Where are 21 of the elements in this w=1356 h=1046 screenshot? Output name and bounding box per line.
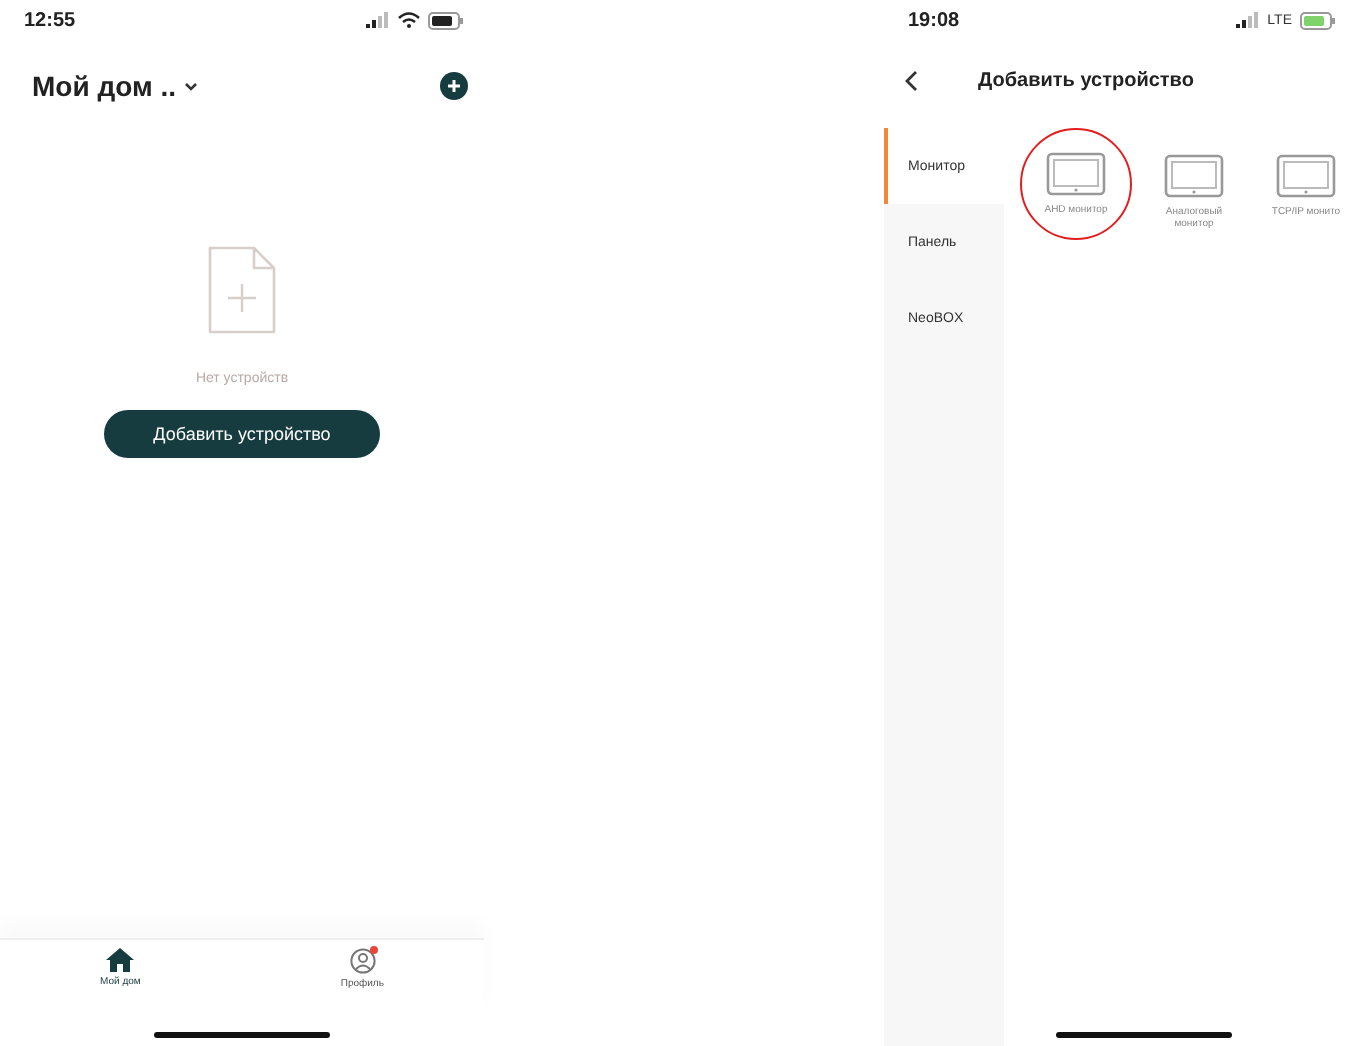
- monitor-icon: [1046, 152, 1106, 196]
- status-time: 12:55: [24, 9, 76, 31]
- empty-document-icon: [206, 244, 278, 336]
- profile-icon: [349, 948, 376, 974]
- signal-icon: [366, 12, 390, 28]
- battery-icon: [428, 11, 464, 29]
- add-button[interactable]: [440, 72, 468, 100]
- home-title: Мой дом ..: [32, 70, 176, 102]
- back-button[interactable]: [904, 69, 918, 91]
- screen-title: Добавить устройство: [978, 69, 1194, 91]
- battery-icon: [1300, 11, 1336, 29]
- chevron-down-icon[interactable]: [184, 81, 198, 91]
- status-time: 19:08: [908, 9, 960, 31]
- monitor-icon: [1164, 154, 1224, 198]
- add-device-button[interactable]: Добавить устройство: [104, 410, 380, 458]
- monitor-icon: [1276, 154, 1336, 198]
- plus-icon: [446, 78, 462, 94]
- signal-icon: [1235, 12, 1260, 28]
- back-chevron-icon: [904, 69, 918, 91]
- wifi-icon: [398, 12, 420, 28]
- home-icon: [106, 948, 135, 972]
